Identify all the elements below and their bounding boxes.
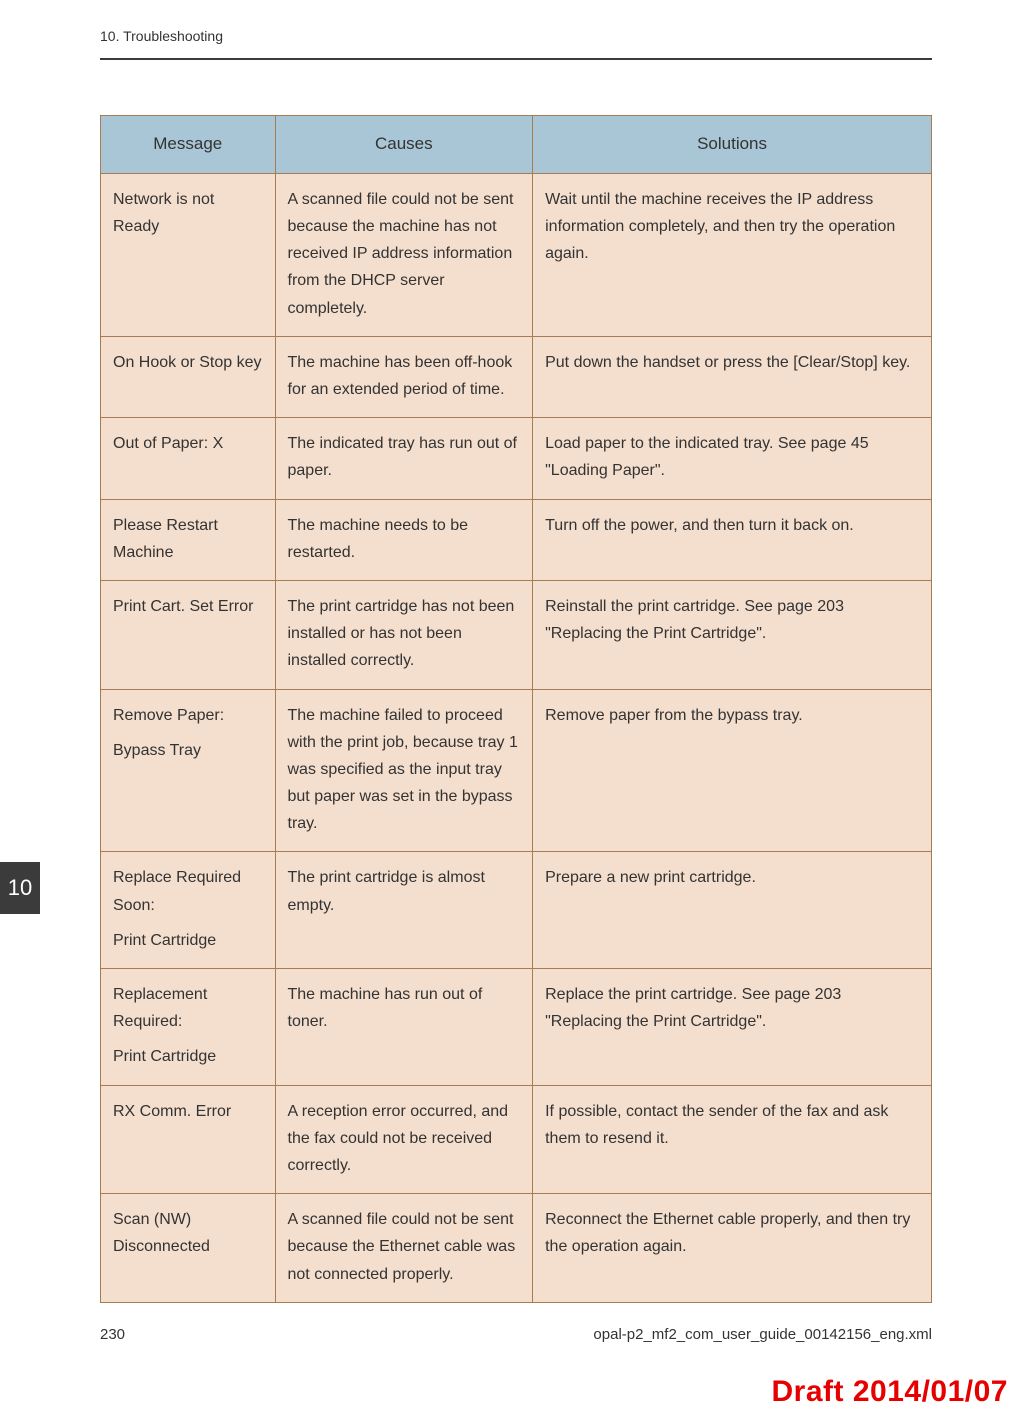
cell-message: Replacement Required: Print Cartridge (101, 969, 276, 1086)
cell-message: Network is not Ready (101, 173, 276, 336)
cell-causes: The machine has been off-hook for an ext… (275, 336, 533, 417)
table-row: Replace Required Soon: Print Cartridge The… (101, 852, 932, 969)
cell-causes: The print cartridge has not been install… (275, 580, 533, 689)
table-row: Remove Paper: Bypass Tray The machine fail… (101, 689, 932, 852)
cell-causes: A scanned file could not be sent because… (275, 173, 533, 336)
draft-stamp: Draft 2014/01/07 (772, 1375, 1009, 1409)
page-footer: 230 opal-p2_mf2_com_user_guide_00142156_… (0, 1326, 1032, 1343)
cell-solutions: Reinstall the print cartridge. See page … (533, 580, 932, 689)
cell-causes: A reception error occurred, and the fax … (275, 1085, 533, 1194)
cell-message: Out of Paper: X (101, 418, 276, 499)
message-line: Replacement Required: (113, 981, 263, 1035)
cell-solutions: Reconnect the Ethernet cable properly, a… (533, 1194, 932, 1303)
cell-solutions: Remove paper from the bypass tray. (533, 689, 932, 852)
header-message: Message (101, 116, 276, 174)
cell-solutions: Turn off the power, and then turn it bac… (533, 499, 932, 580)
chapter-side-tab: 10 (0, 862, 40, 914)
message-line: RX Comm. Error (113, 1098, 263, 1125)
table-row: On Hook or Stop key The machine has been … (101, 336, 932, 417)
table-row: Please Restart MachineThe machine needs … (101, 499, 932, 580)
cell-causes: The machine needs to be restarted. (275, 499, 533, 580)
message-line: Print Cartridge (113, 1043, 263, 1070)
message-line: Scan (NW) Disconnected (113, 1206, 263, 1260)
cell-causes: The indicated tray has run out of paper. (275, 418, 533, 499)
message-line: Remove Paper: (113, 702, 263, 729)
troubleshooting-table: Message Causes Solutions Network is not … (100, 115, 932, 1303)
message-line: On Hook or Stop key (113, 349, 263, 376)
breadcrumb: 10. Troubleshooting (100, 28, 223, 44)
cell-solutions: Replace the print cartridge. See page 20… (533, 969, 932, 1086)
cell-message: Print Cart. Set Error (101, 580, 276, 689)
cell-message: Remove Paper: Bypass Tray (101, 689, 276, 852)
table-header-row: Message Causes Solutions (101, 116, 932, 174)
cell-solutions: Put down the handset or press the [Clear… (533, 336, 932, 417)
cell-solutions: If possible, contact the sender of the f… (533, 1085, 932, 1194)
message-line: Network is not Ready (113, 186, 263, 240)
main-content: Message Causes Solutions Network is not … (0, 60, 1032, 1303)
message-line: Print Cart. Set Error (113, 593, 263, 620)
cell-solutions: Prepare a new print cartridge. (533, 852, 932, 969)
cell-message: On Hook or Stop key (101, 336, 276, 417)
file-reference: opal-p2_mf2_com_user_guide_00142156_eng.… (593, 1326, 932, 1343)
cell-message: Please Restart Machine (101, 499, 276, 580)
cell-solutions: Wait until the machine receives the IP a… (533, 173, 932, 336)
table-row: Scan (NW) DisconnectedA scanned file cou… (101, 1194, 932, 1303)
message-line: Print Cartridge (113, 927, 263, 954)
message-line: Please Restart Machine (113, 512, 263, 566)
table-row: Replacement Required: Print Cartridge The … (101, 969, 932, 1086)
header-solutions: Solutions (533, 116, 932, 174)
cell-causes: The machine failed to proceed with the p… (275, 689, 533, 852)
cell-causes: The machine has run out of toner. (275, 969, 533, 1086)
message-line: Bypass Tray (113, 737, 263, 764)
message-line: Replace Required Soon: (113, 864, 263, 918)
table-row: RX Comm. Error A reception error occurred… (101, 1085, 932, 1194)
page-number: 230 (100, 1326, 125, 1343)
message-line: Out of Paper: X (113, 430, 263, 457)
cell-causes: The print cartridge is almost empty. (275, 852, 533, 969)
header-causes: Causes (275, 116, 533, 174)
table-row: Out of Paper: X The indicated tray has ru… (101, 418, 932, 499)
cell-message: Scan (NW) Disconnected (101, 1194, 276, 1303)
cell-causes: A scanned file could not be sent because… (275, 1194, 533, 1303)
table-row: Network is not ReadyA scanned file could… (101, 173, 932, 336)
cell-solutions: Load paper to the indicated tray. See pa… (533, 418, 932, 499)
table-row: Print Cart. Set Error The print cartridge… (101, 580, 932, 689)
cell-message: Replace Required Soon: Print Cartridge (101, 852, 276, 969)
cell-message: RX Comm. Error (101, 1085, 276, 1194)
